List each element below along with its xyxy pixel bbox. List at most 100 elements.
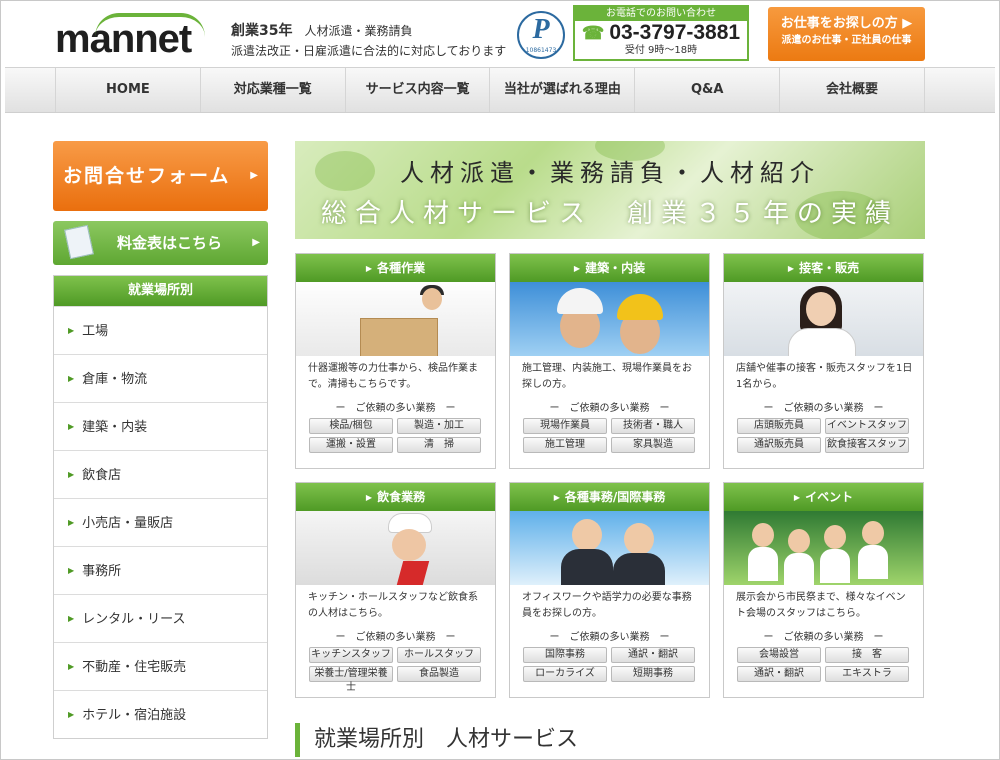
sidebar-item-label: ホテル・宿泊施設 <box>82 708 187 723</box>
triangle-right-icon: ▶ <box>553 493 560 502</box>
nav-faq[interactable]: Q&A <box>634 68 779 112</box>
nav-services[interactable]: サービス内容一覧 <box>344 68 490 112</box>
tagline-years: 創業35年 <box>231 23 293 39</box>
service-card-food-service[interactable]: ▶ 飲食業務 キッチン・ホールスタッフなど飲食系の人材はこちら。 ー ご依頼の多い… <box>295 482 496 698</box>
sidebar-item-label: レンタル・リース <box>82 612 186 627</box>
tagline-service: 人材派遣・業務請負 <box>304 24 413 38</box>
sidebar-item-hotel[interactable]: ▶ ホテル・宿泊施設 <box>54 690 267 738</box>
banner-subheadline: 総合人材サービス 創業３５年の実績 <box>320 199 899 229</box>
card-requests-label: ー ご依頼の多い業務 ー <box>763 632 884 643</box>
triangle-right-icon: ▶ <box>68 566 75 575</box>
triangle-right-icon: ▶ <box>787 264 795 273</box>
card-header: ▶ イベント <box>724 483 923 511</box>
tag-reception[interactable]: 接 客 <box>825 647 909 663</box>
card-requests-label: ー ご依頼の多い業務 ー <box>335 403 456 414</box>
tag-short-term-office[interactable]: 短期事務 <box>611 666 695 682</box>
price-list-button[interactable]: 料金表はこちら ▶ <box>53 221 268 265</box>
tag-translation[interactable]: 通訳・翻訳 <box>737 666 821 682</box>
tag-venue-setup[interactable]: 会場設営 <box>737 647 821 663</box>
workplace-menu: 就業場所別 ▶ 工場 ▶ 倉庫・物流 ▶ 建築・内装 ▶ 飲食店 ▶ 小売店・量販店 ▶ 事… <box>53 275 268 739</box>
tag-dietitian[interactable]: 栄養士/管理栄養士 <box>309 666 393 693</box>
tag-food-service-staff[interactable]: 飲食接客スタッフ <box>825 437 909 453</box>
service-card-event[interactable]: ▶ イベント 展示会から市民祭まで、様々なイベント会場のスタッフはこちら。 ー ご… <box>723 482 924 698</box>
shop-staff-photo <box>724 282 923 356</box>
tag-localization[interactable]: ローカライズ <box>523 666 607 682</box>
card-header: ▶ 各種事務/国際事務 <box>510 483 709 511</box>
price-list-label: 料金表はこちら <box>117 234 223 252</box>
nav-home[interactable]: HOME <box>55 68 200 112</box>
tag-inspection-packing[interactable]: 検品/梱包 <box>309 418 393 434</box>
sidebar-item-factory[interactable]: ▶ 工場 <box>54 306 267 354</box>
tag-transport[interactable]: 運搬・設置 <box>309 437 393 453</box>
card-requests-label: ー ご依頼の多い業務 ー <box>549 632 670 643</box>
sidebar: お問合せフォーム ▶ 料金表はこちら ▶ 就業場所別 ▶ 工場 ▶ 倉庫・物流 ▶ 建… <box>53 141 268 739</box>
nav-industries[interactable]: 対応業種一覧 <box>199 68 345 112</box>
tag-construction-management[interactable]: 施工管理 <box>523 437 607 453</box>
card-title: 飲食業務 <box>377 490 426 504</box>
tag-event-staff[interactable]: イベントスタッフ <box>825 418 909 434</box>
tag-translation[interactable]: 通訳・翻訳 <box>611 647 695 663</box>
card-description: 什器運搬等の力仕事から、検品作業まで。清掃もこちらです。 <box>308 363 478 390</box>
privacy-mark-letter: P <box>532 14 550 45</box>
tag-extra[interactable]: エキストラ <box>825 666 909 682</box>
document-icon <box>64 224 94 260</box>
triangle-right-icon: ▶ <box>793 493 801 502</box>
card-title: 建築・内装 <box>585 261 646 275</box>
tag-interpreter-sales[interactable]: 通訳販売員 <box>737 437 821 453</box>
sidebar-item-label: 小売店・量販店 <box>82 516 174 531</box>
nav-company[interactable]: 会社概要 <box>779 68 925 112</box>
tag-furniture[interactable]: 家具製造 <box>611 437 695 453</box>
worker-photo <box>296 282 495 356</box>
arrow-right-icon: ▶ <box>250 170 260 181</box>
page: mannet 創業35年 人材派遣・業務請負 派遣法改正・日雇派遣に合法的に対応… <box>5 5 995 757</box>
tag-site-worker[interactable]: 現場作業員 <box>523 418 607 434</box>
sidebar-item-label: 不動産・住宅販売 <box>82 660 187 675</box>
sidebar-item-label: 建築・内装 <box>82 420 148 435</box>
tag-international-office[interactable]: 国際事務 <box>523 647 607 663</box>
privacy-mark-icon[interactable]: P 10861473 <box>517 11 565 59</box>
sidebar-item-retail[interactable]: ▶ 小売店・量販店 <box>54 498 267 546</box>
tagline-compliance: 派遣法改正・日雇派遣に合法的に対応しております <box>231 44 507 58</box>
nav-reasons[interactable]: 当社が選ばれる理由 <box>489 68 634 112</box>
service-card-customer-service[interactable]: ▶ 接客・販売 店舗や催事の接客・販売スタッフを1日1名から。 ー ご依頼の多い業… <box>723 253 924 469</box>
tag-technician[interactable]: 技術者・職人 <box>611 418 695 434</box>
tag-food-manufacturing[interactable]: 食品製造 <box>397 666 481 682</box>
service-card-general-work[interactable]: ▶ 各種作業 什器運搬等の力仕事から、検品作業まで。清掃もこちらです。 ー ご依頼… <box>295 253 496 469</box>
sidebar-item-label: 倉庫・物流 <box>82 372 148 387</box>
card-description: 展示会から市民祭まで、様々なイベント会場のスタッフはこちら。 <box>736 592 906 619</box>
global-nav: HOME 対応業種一覧 サービス内容一覧 当社が選ばれる理由 Q&A 会社概要 <box>5 67 995 113</box>
sidebar-item-label: 工場 <box>82 324 109 339</box>
banner-headline: 人材派遣・業務請負・人材紹介 <box>400 159 820 187</box>
contact-form-label: お問合せフォーム <box>63 165 231 187</box>
service-card-construction[interactable]: ▶ 建築・内装 施工管理、内装施工、現場作業員をお探しの方。 ー ご依頼の多い業務… <box>509 253 710 469</box>
triangle-right-icon: ▶ <box>68 470 75 479</box>
phone-contact-box[interactable]: お電話でのお問い合わせ ☎ 03-3797-3881 受付 9時～18時 <box>573 5 749 61</box>
tag-kitchen-staff[interactable]: キッチンスタッフ <box>309 647 393 663</box>
card-title: イベント <box>805 490 854 504</box>
card-title: 接客・販売 <box>799 261 860 275</box>
sidebar-item-real-estate[interactable]: ▶ 不動産・住宅販売 <box>54 642 267 690</box>
card-title: 各種事務/国際事務 <box>564 490 666 504</box>
tag-cleaning[interactable]: 清 掃 <box>397 437 481 453</box>
logo[interactable]: mannet <box>55 13 205 59</box>
privacy-mark-number: 10861473 <box>525 47 557 54</box>
contact-form-button[interactable]: お問合せフォーム ▶ <box>53 141 268 211</box>
arrow-right-icon: ▶ <box>902 16 913 31</box>
phone-number: 03-3797-3881 <box>609 21 741 44</box>
job-search-button[interactable]: お仕事をお探しの方 ▶ 派遣のお仕事・正社員の仕事 <box>768 7 925 61</box>
sidebar-item-warehouse[interactable]: ▶ 倉庫・物流 <box>54 354 267 402</box>
telephone-icon: ☎ <box>581 23 610 43</box>
tag-hall-staff[interactable]: ホールスタッフ <box>397 647 481 663</box>
triangle-right-icon: ▶ <box>573 264 581 273</box>
tag-manufacturing[interactable]: 製造・加工 <box>397 418 481 434</box>
sidebar-item-restaurant[interactable]: ▶ 飲食店 <box>54 450 267 498</box>
sidebar-item-rental[interactable]: ▶ レンタル・リース <box>54 594 267 642</box>
service-card-office-work[interactable]: ▶ 各種事務/国際事務 オフィスワークや語学力の必要な事務員をお探しの方。 ー ご… <box>509 482 710 698</box>
chef-photo <box>296 511 495 585</box>
tag-store-sales[interactable]: 店頭販売員 <box>737 418 821 434</box>
sidebar-item-construction[interactable]: ▶ 建築・内装 <box>54 402 267 450</box>
logo-arc-icon <box>95 13 205 37</box>
triangle-right-icon: ▶ <box>68 374 75 383</box>
office-workers-photo <box>510 511 709 585</box>
sidebar-item-office[interactable]: ▶ 事務所 <box>54 546 267 594</box>
